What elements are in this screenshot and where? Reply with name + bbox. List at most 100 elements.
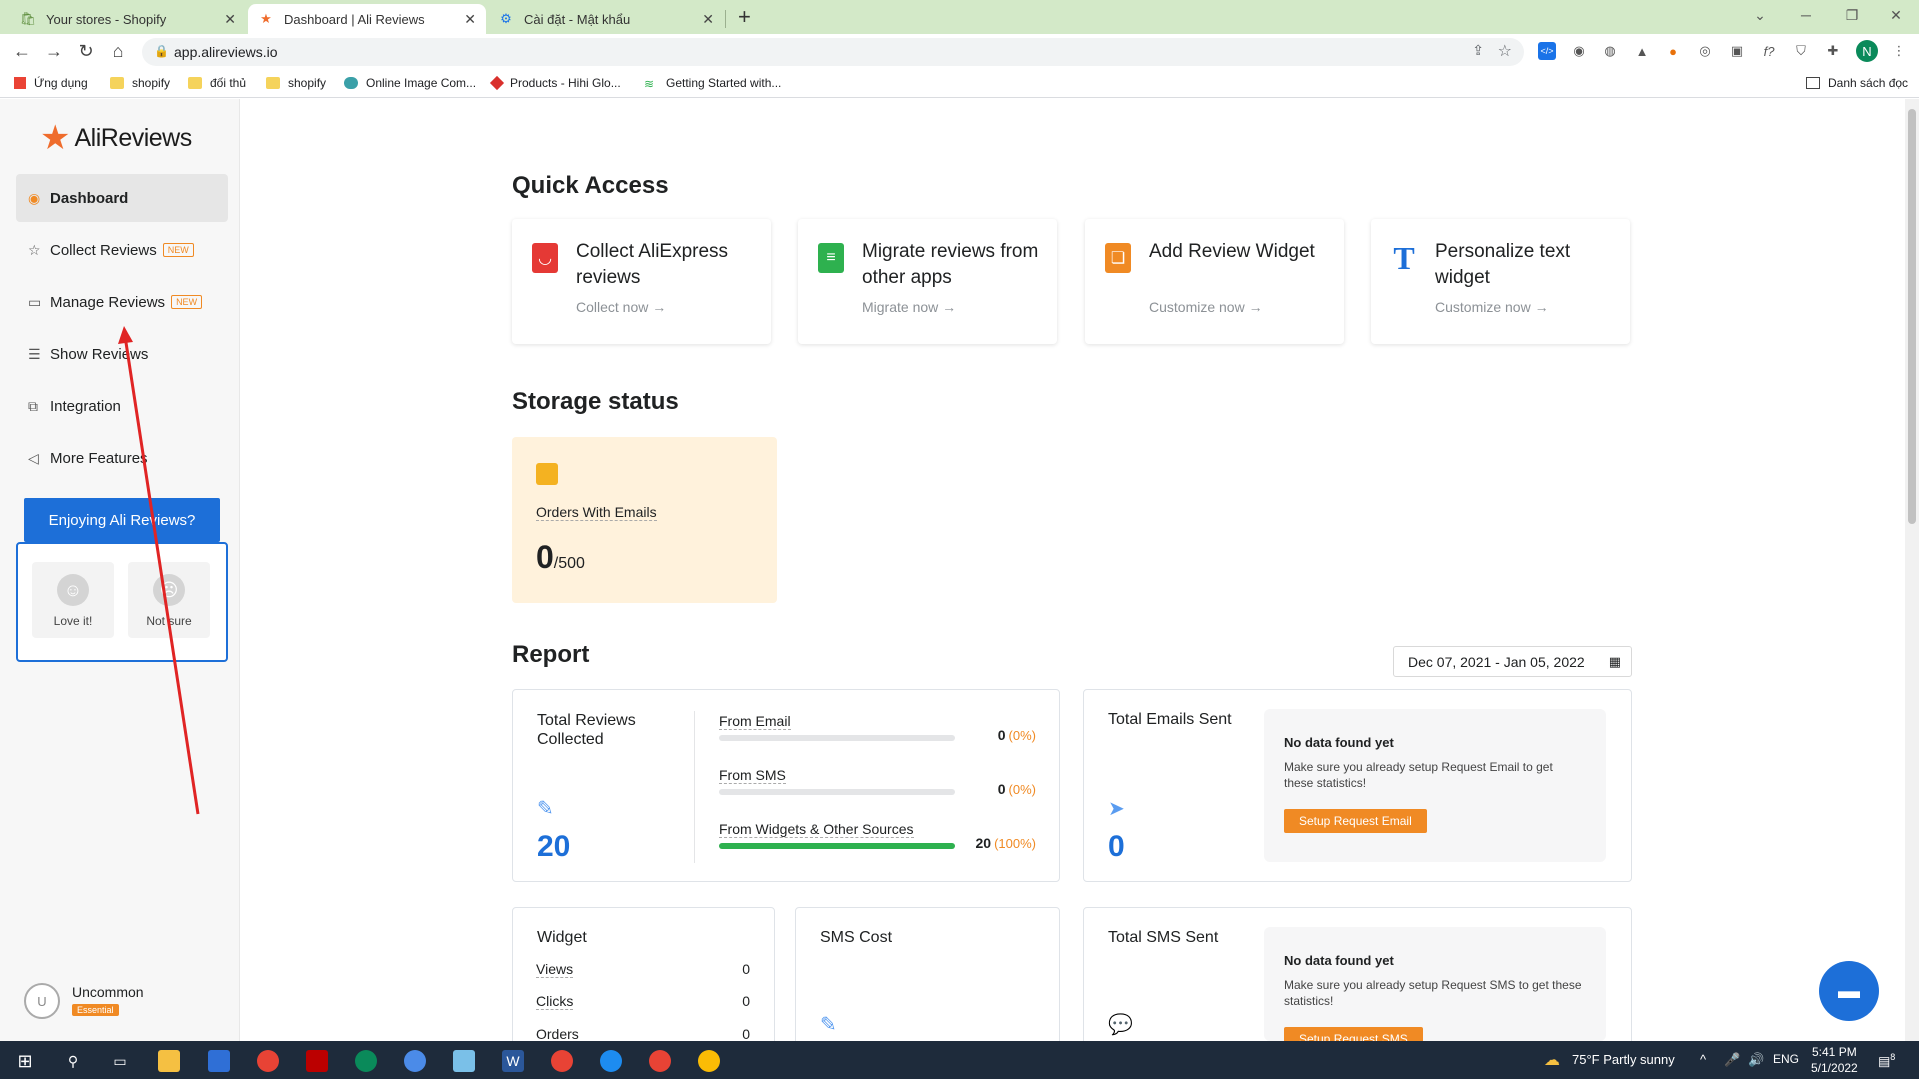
quick-card-link[interactable]: Migrate now → <box>862 299 956 315</box>
quick-card-migrate[interactable]: ≡ Migrate reviews from other apps Migrat… <box>798 219 1057 344</box>
extension-icon[interactable]: </> <box>1538 42 1556 60</box>
quick-card-text-widget[interactable]: T Personalize text widget Customize now … <box>1371 219 1630 344</box>
extension-icon[interactable]: ▲ <box>1633 42 1651 60</box>
file-explorer-icon[interactable] <box>158 1050 180 1072</box>
sidebar-item-integration[interactable]: ⧉ Integration <box>16 382 228 430</box>
total-reviews-title: Total Reviews Collected <box>537 712 636 748</box>
clock[interactable]: 5:41 PM 5/1/2022 <box>1811 1044 1858 1076</box>
close-tab-icon[interactable]: ✕ <box>224 11 236 28</box>
back-icon[interactable]: ← <box>10 40 34 62</box>
quick-card-collect[interactable]: ◡ Collect AliExpress reviews Collect now… <box>512 219 771 344</box>
app-icon[interactable] <box>453 1050 475 1072</box>
chrome-icon[interactable] <box>257 1050 279 1072</box>
task-view-icon[interactable]: ▭ <box>109 1050 131 1072</box>
close-tab-icon[interactable]: ✕ <box>702 11 714 28</box>
tab-shopify[interactable]: 🛍 Your stores - Shopify ✕ <box>10 4 246 34</box>
reload-icon[interactable]: ↻ <box>74 40 98 62</box>
word-icon[interactable]: W <box>502 1050 524 1072</box>
alireviews-logo[interactable]: ★ AliReviews <box>40 121 192 155</box>
store-icon[interactable] <box>208 1050 230 1072</box>
forward-icon[interactable]: → <box>42 40 66 62</box>
tray-chevron-icon[interactable]: ^ <box>1700 1052 1706 1067</box>
quick-card-link[interactable]: Customize now → <box>1149 299 1263 315</box>
menu-kebab-icon[interactable]: ⋮ <box>1890 42 1908 60</box>
chat-support-button[interactable]: ▬ <box>1819 961 1879 1021</box>
chrome-profile-icon[interactable] <box>404 1050 426 1072</box>
lock-icon[interactable]: 🔒 <box>154 44 169 58</box>
folder-icon <box>188 77 202 89</box>
new-tab-button[interactable]: + <box>738 4 751 30</box>
mic-icon[interactable]: 🎤 <box>1724 1052 1740 1068</box>
scrollbar-thumb[interactable] <box>1908 109 1916 524</box>
extension-icon[interactable]: ◍ <box>1601 42 1619 60</box>
zalo-icon[interactable] <box>600 1050 622 1072</box>
address-bar[interactable]: 🔒 app.alireviews.io ⇪ ☆ <box>142 38 1524 66</box>
setup-request-sms-button[interactable]: Setup Request SMS <box>1284 1027 1423 1041</box>
nodata-title: No data found yet <box>1284 735 1394 750</box>
sidebar-item-dashboard[interactable]: ◉ Dashboard <box>16 174 228 222</box>
share-icon[interactable]: ⇪ <box>1472 42 1484 59</box>
close-window-button[interactable]: ✕ <box>1873 0 1919 30</box>
tab-alireviews[interactable]: ★ Dashboard | Ali Reviews ✕ <box>248 4 486 34</box>
chrome-profile-icon[interactable] <box>355 1050 377 1072</box>
search-icon[interactable]: ⚲ <box>62 1050 84 1072</box>
user-name: Uncommon <box>72 984 144 1000</box>
widget-stack-icon: ❏ <box>1105 243 1131 273</box>
sidebar-item-manage-reviews[interactable]: ▭ Manage Reviews NEW <box>16 278 228 326</box>
new-badge: NEW <box>171 295 203 309</box>
page-scrollbar[interactable] <box>1905 99 1919 1041</box>
quick-card-link[interactable]: Collect now → <box>576 299 666 315</box>
puzzle-extensions-icon[interactable]: ✚ <box>1824 42 1842 60</box>
profile-avatar[interactable]: N <box>1856 40 1878 62</box>
app-icon[interactable] <box>306 1050 328 1072</box>
smile-face-icon: ☺ <box>57 574 89 606</box>
bookmark-link[interactable]: ≋ Getting Started with... <box>644 76 781 91</box>
setup-request-email-button[interactable]: Setup Request Email <box>1284 809 1427 833</box>
bookmark-folder[interactable]: shopify <box>110 76 170 90</box>
extension-icon[interactable]: ● <box>1664 42 1682 60</box>
bookmark-star-icon[interactable]: ☆ <box>1498 41 1512 61</box>
source-row-widgets: From Widgets & Other Sources 20 (100%) <box>719 821 1036 851</box>
date-range-picker[interactable]: Dec 07, 2021 - Jan 05, 2022 ▦ <box>1393 646 1632 677</box>
sidebar-item-more-features[interactable]: ◁ More Features <box>16 434 228 482</box>
tab-title: Dashboard | Ali Reviews <box>284 11 425 27</box>
chrome-icon[interactable] <box>551 1050 573 1072</box>
close-tab-icon[interactable]: ✕ <box>464 11 476 28</box>
sidebar-item-show-reviews[interactable]: ☰ Show Reviews <box>16 330 228 378</box>
extension-icon[interactable]: ▣ <box>1728 42 1746 60</box>
windows-start-icon[interactable]: ⊞ <box>14 1050 36 1072</box>
notification-icon[interactable]: ▤8 <box>1878 1052 1895 1069</box>
restore-button[interactable]: ❐ <box>1829 0 1875 30</box>
bookmark-folder[interactable]: đối thủ <box>188 76 246 90</box>
tab-search-icon[interactable]: ⌄ <box>1737 0 1783 30</box>
minimize-button[interactable]: ─ <box>1783 0 1829 30</box>
logo-text: AliReviews <box>74 123 192 152</box>
new-badge: NEW <box>162 243 194 257</box>
extension-icon[interactable]: f? <box>1760 42 1778 60</box>
speaker-icon[interactable]: 🔊 <box>1748 1052 1764 1068</box>
quick-card-widget[interactable]: ❏ Add Review Widget Customize now → <box>1085 219 1344 344</box>
bookmark-link[interactable]: Products - Hihi Glo... <box>489 75 621 91</box>
chrome-icon[interactable] <box>698 1050 720 1072</box>
reading-list[interactable]: Danh sách đọc <box>1806 76 1908 90</box>
bookmark-folder[interactable]: shopify <box>266 76 326 90</box>
tab-settings[interactable]: ⚙ Cài đặt - Mật khẩu ✕ <box>488 4 724 34</box>
user-profile[interactable]: U Uncommon Essential <box>24 983 144 1019</box>
love-it-button[interactable]: ☺ Love it! <box>32 562 114 638</box>
chrome-icon[interactable] <box>649 1050 671 1072</box>
extension-icon[interactable]: ◉ <box>1570 42 1588 60</box>
storage-title: Storage status <box>512 388 679 415</box>
not-sure-button[interactable]: ☹ Not sure <box>128 562 210 638</box>
extension-icon[interactable]: ◎ <box>1696 42 1714 60</box>
weather-icon[interactable]: ☁ <box>1544 1050 1560 1070</box>
sidebar-item-collect-reviews[interactable]: ☆ Collect Reviews NEW <box>16 226 228 274</box>
home-icon[interactable]: ⌂ <box>106 40 130 62</box>
widget-row-orders: Orders 0 <box>536 1026 750 1043</box>
weather-text[interactable]: 75°F Partly sunny <box>1572 1052 1675 1067</box>
bookmark-link[interactable]: Online Image Com... <box>344 76 476 90</box>
extension-icon[interactable]: ⛉ <box>1792 42 1810 60</box>
browser-tab-strip: 🛍 Your stores - Shopify ✕ ★ Dashboard | … <box>0 0 1919 34</box>
bookmark-apps[interactable]: Ứng dụng <box>14 76 88 90</box>
language-indicator[interactable]: ENG <box>1773 1052 1799 1066</box>
quick-card-link[interactable]: Customize now → <box>1435 299 1549 315</box>
